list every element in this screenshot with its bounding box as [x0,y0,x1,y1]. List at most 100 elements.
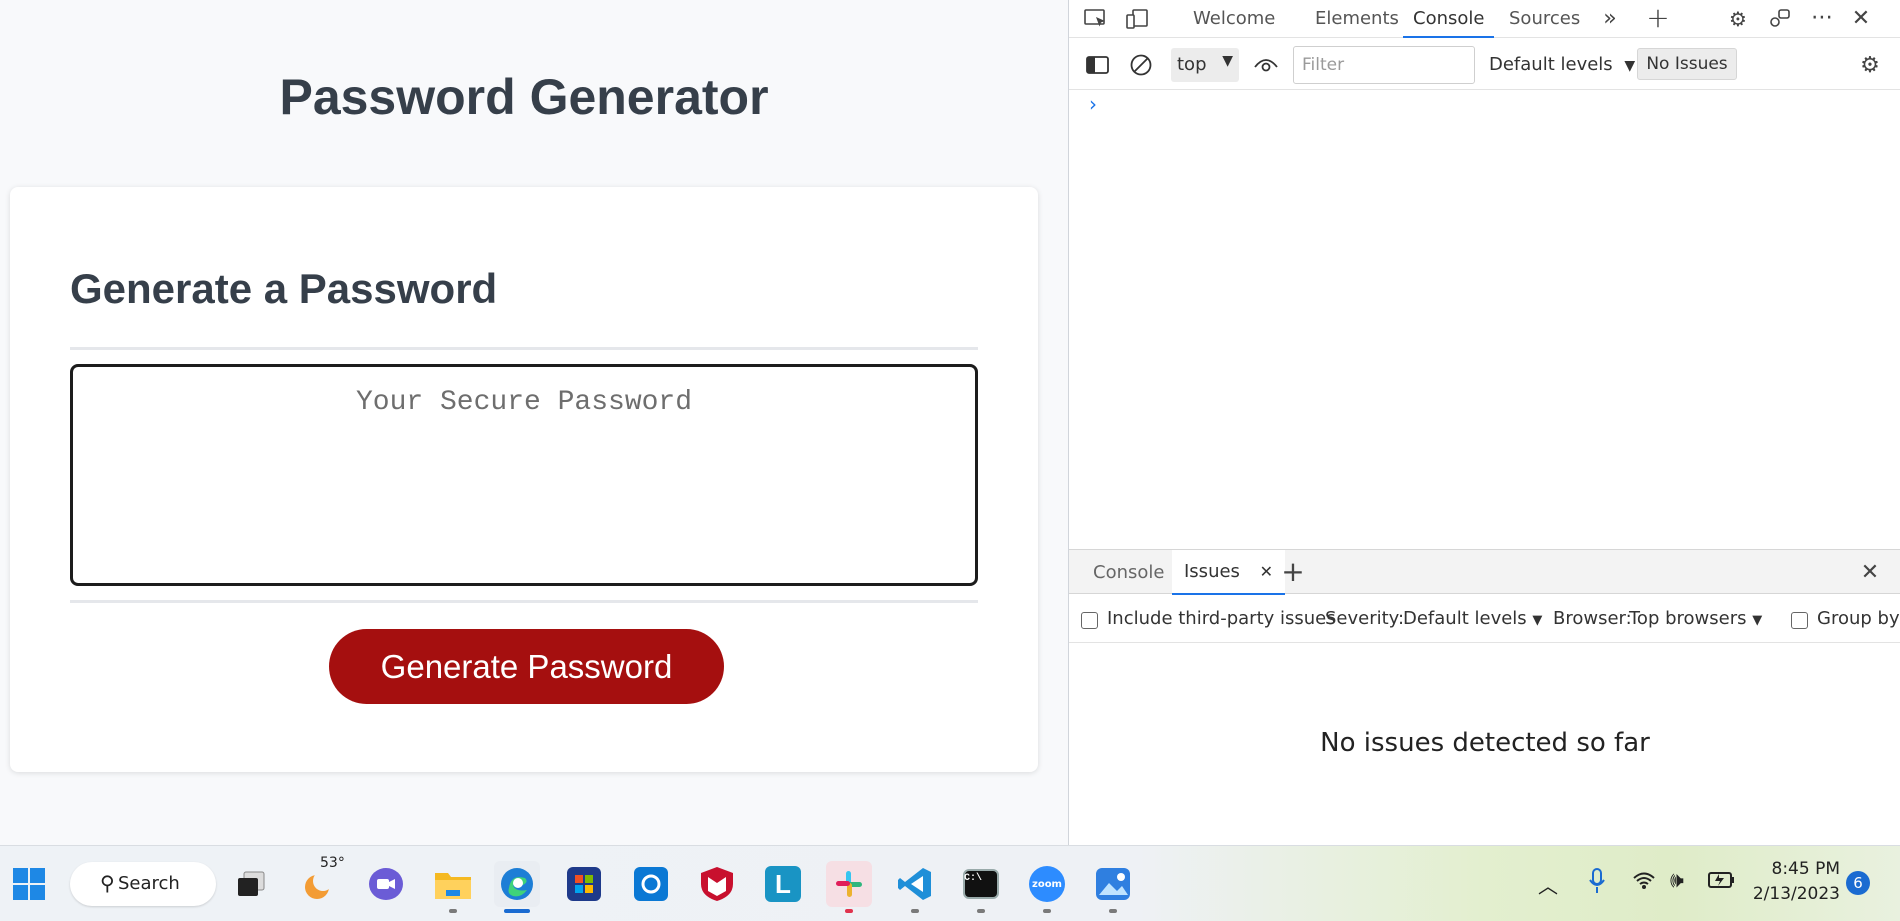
feedback-icon[interactable] [1764,4,1794,34]
taskbar-app-l[interactable]: L [760,861,806,907]
divider [70,600,978,603]
taskbar-app-vscode[interactable] [892,861,938,913]
tab-sources[interactable]: Sources [1509,8,1580,38]
more-options-icon[interactable]: ⋯ [1807,2,1837,32]
card-title: Generate a Password [70,265,498,312]
drawer-tab-issues-label: Issues [1184,561,1240,582]
console-prompt[interactable]: › [1089,92,1097,116]
task-view-button[interactable] [228,861,274,907]
severity-label: Severity: [1325,608,1405,629]
devtools-panel: Welcome Elements Console Sources » + ⚙ ⋯… [1068,0,1900,845]
search-icon: ⚲ [100,871,115,895]
close-devtools-icon[interactable]: ✕ [1846,3,1876,33]
issues-toolbar: Include third-party issues Severity: Def… [1069,595,1900,643]
windows-logo-icon [13,868,45,900]
context-select[interactable]: top ▼ [1171,48,1239,82]
password-output[interactable] [70,364,978,586]
live-expression-eye-icon[interactable] [1251,50,1281,80]
add-tab-icon[interactable]: + [1643,1,1673,34]
caret-down-icon: ▼ [1752,613,1763,628]
slack-icon [836,871,862,897]
tab-console[interactable]: Console [1403,8,1495,38]
group-by-label: Group by [1817,608,1900,629]
device-emulation-icon[interactable] [1122,4,1152,34]
volume-icon[interactable]: 🕪 [1670,868,1684,893]
log-levels-value: Default levels [1489,54,1613,75]
taskbar-app-store[interactable] [561,861,607,907]
generate-password-button[interactable]: Generate Password [329,629,724,704]
taskbar-app-edge[interactable] [494,861,540,913]
inspect-element-icon[interactable] [1081,4,1111,34]
weather-temperature: 53° [320,855,345,871]
taskbar-app-slack[interactable] [826,861,872,913]
divider [70,347,978,350]
tab-elements[interactable]: Elements [1315,8,1399,38]
weather-moon-icon [305,871,333,899]
microsoft-store-icon [567,867,601,901]
issues-empty-message: No issues detected so far [1320,728,1650,758]
notification-count-badge[interactable]: 6 [1846,871,1870,895]
devtools-tabbar: Welcome Elements Console Sources » + ⚙ ⋯… [1069,0,1900,38]
browser-dropdown[interactable]: Top browsers ▼ [1629,608,1762,629]
zoom-icon: zoom [1029,866,1065,902]
taskbar-app-teams-chat[interactable] [363,861,409,907]
taskbar-app-zoom[interactable]: zoom [1024,861,1070,913]
console-filter-input[interactable] [1293,46,1475,84]
command-prompt-icon: C:\ [963,869,999,899]
generator-card: Generate a Password Generate Password [10,187,1038,772]
folder-icon [435,873,471,899]
severity-value: Default levels [1403,608,1527,629]
wifi-icon[interactable] [1632,870,1656,894]
clock-time[interactable]: 8:45 PM [1760,859,1841,879]
add-drawer-tab-icon[interactable]: + [1278,555,1308,588]
settings-gear-icon[interactable]: ⚙ [1723,4,1753,34]
search-label: Search [118,873,180,894]
photos-icon [1096,868,1130,900]
l-app-icon: L [765,866,801,902]
taskbar-app-mcafee[interactable] [694,861,740,907]
battery-charging-icon[interactable] [1708,870,1736,894]
console-toolbar: top ▼ Default levels ▼ No Issues ⚙ [1069,40,1900,90]
windows-taskbar: ⚲ Search 53° L C:\ zoom ︿ 🕪 8:45 PM 2/13… [0,845,1900,921]
clear-console-icon[interactable] [1126,50,1156,80]
third-party-label: Include third-party issues [1107,608,1336,629]
taskbar-app-file-explorer[interactable] [430,861,476,913]
microphone-icon[interactable] [1588,868,1606,898]
more-tabs-icon[interactable]: » [1595,3,1625,33]
log-levels-dropdown[interactable]: Default levels ▼ [1489,54,1635,75]
start-button[interactable] [6,861,52,907]
taskbar-app-terminal[interactable]: C:\ [958,861,1004,913]
taskbar-search[interactable]: ⚲ Search [70,862,216,906]
caret-down-icon: ▼ [1222,53,1233,69]
page-title: Password Generator [279,69,769,125]
console-settings-gear-icon[interactable]: ⚙ [1855,50,1885,80]
sidebar-toggle-icon[interactable] [1083,50,1113,80]
browser-value: Top browsers [1629,608,1747,629]
taskbar-app-cortana[interactable] [628,861,674,907]
weather-widget[interactable]: 53° [296,855,345,907]
drawer-tab-console[interactable]: Console [1093,562,1164,583]
close-drawer-icon[interactable]: ✕ [1855,557,1885,587]
mcafee-shield-icon [701,867,733,901]
close-tab-icon[interactable]: ✕ [1260,562,1273,581]
drawer-tabbar: Console Issues ✕ + ✕ [1069,549,1900,595]
taskbar-app-photos[interactable] [1090,861,1136,913]
password-generator-page: Password Generator Generate a Password G… [0,0,1068,845]
tab-welcome[interactable]: Welcome [1193,8,1275,38]
show-hidden-icons-chevron-icon[interactable]: ︿ [1538,870,1558,899]
severity-dropdown[interactable]: Default levels ▼ [1403,608,1542,629]
task-view-icon [238,871,265,896]
context-value: top [1177,54,1207,75]
vscode-icon [898,868,931,900]
caret-down-icon: ▼ [1624,58,1636,74]
chat-icon [369,868,403,900]
drawer-tab-issues[interactable]: Issues ✕ [1172,550,1286,595]
issues-count-button[interactable]: No Issues [1637,48,1737,80]
third-party-checkbox[interactable] [1081,609,1098,630]
edge-browser-icon [501,868,533,900]
clock-date[interactable]: 2/13/2023 [1740,884,1840,904]
browser-label: Browser: [1553,608,1632,629]
group-by-checkbox[interactable] [1791,609,1808,630]
caret-down-icon: ▼ [1532,613,1543,628]
cortana-icon [634,867,668,901]
